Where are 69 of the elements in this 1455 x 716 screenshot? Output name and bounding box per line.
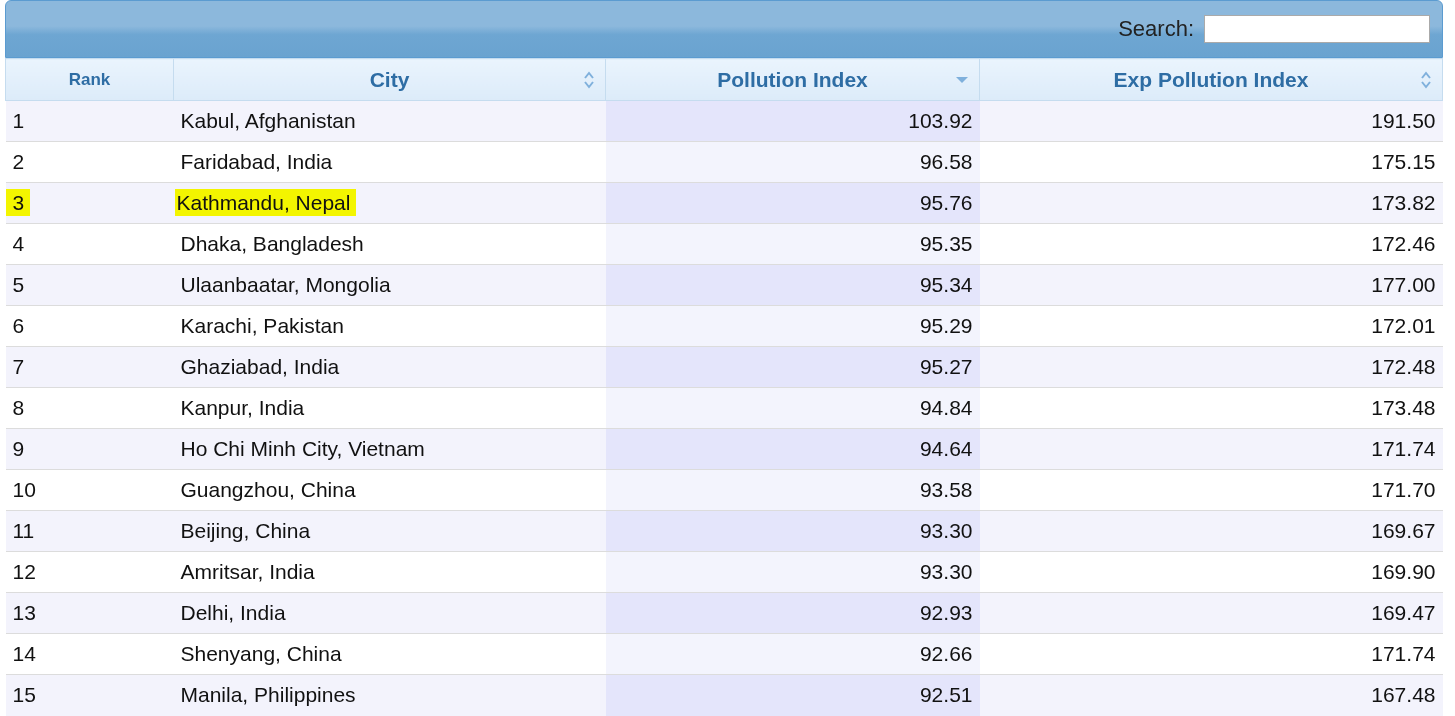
- table-cell: 13: [5, 592, 174, 634]
- table-cell: 103.92: [605, 100, 980, 142]
- table-cell: 9: [5, 428, 174, 470]
- table-cell: Ghaziabad, India: [173, 346, 606, 388]
- sort-icon[interactable]: [1420, 70, 1432, 89]
- table-cell: 172.01: [979, 305, 1443, 347]
- table-cell: 7: [5, 346, 174, 388]
- table-cell: 4: [5, 223, 174, 265]
- table-cell: 95.35: [605, 223, 980, 265]
- table-cell: 171.70: [979, 469, 1443, 511]
- column-header[interactable]: Exp Pollution Index: [979, 58, 1443, 101]
- table-cell: Delhi, India: [173, 592, 606, 634]
- table-cell: 172.48: [979, 346, 1443, 388]
- table-cell: 167.48: [979, 674, 1443, 716]
- column-header[interactable]: Rank: [5, 58, 174, 101]
- table-cell: 93.58: [605, 469, 980, 511]
- table-cell: 177.00: [979, 264, 1443, 306]
- table-cell: 95.34: [605, 264, 980, 306]
- search-field[interactable]: [1204, 15, 1430, 43]
- table-cell: 175.15: [979, 141, 1443, 183]
- table-cell: 172.46: [979, 223, 1443, 265]
- table-cell: 173.48: [979, 387, 1443, 429]
- table-cell: 14: [5, 633, 174, 675]
- table-cell: 3: [5, 182, 174, 224]
- table-cell: 10: [5, 469, 174, 511]
- table-cell: 92.93: [605, 592, 980, 634]
- table-cell: Dhaka, Bangladesh: [173, 223, 606, 265]
- table-cell: Faridabad, India: [173, 141, 606, 183]
- table-cell: 8: [5, 387, 174, 429]
- column-header[interactable]: City: [173, 58, 606, 101]
- table-cell: Kanpur, India: [173, 387, 606, 429]
- table-cell: 92.51: [605, 674, 980, 716]
- table-cell: Ho Chi Minh City, Vietnam: [173, 428, 606, 470]
- table-cell: Karachi, Pakistan: [173, 305, 606, 347]
- table-cell: 95.29: [605, 305, 980, 347]
- table-cell: Kabul, Afghanistan: [173, 100, 606, 142]
- table-cell: 92.66: [605, 633, 980, 675]
- table-cell: Kathmandu, Nepal: [173, 182, 606, 224]
- table-cell: Ulaanbaatar, Mongolia: [173, 264, 606, 306]
- table-cell: Manila, Philippines: [173, 674, 606, 716]
- sort-descending-icon[interactable]: [955, 75, 969, 84]
- table-cell: Shenyang, China: [173, 633, 606, 675]
- table-cell: 171.74: [979, 428, 1443, 470]
- table-cell: Guangzhou, China: [173, 469, 606, 511]
- table-cell: 11: [5, 510, 174, 552]
- table-cell: 2: [5, 141, 174, 183]
- table-cell: 169.90: [979, 551, 1443, 593]
- table-cell: 5: [5, 264, 174, 306]
- table-cell: 6: [5, 305, 174, 347]
- table-cell: 15: [5, 674, 174, 716]
- sort-icon[interactable]: [583, 70, 595, 89]
- table-cell: 171.74: [979, 633, 1443, 675]
- table-cell: 169.67: [979, 510, 1443, 552]
- table-cell: 173.82: [979, 182, 1443, 224]
- table-cell: 95.76: [605, 182, 980, 224]
- table-cell: 12: [5, 551, 174, 593]
- table-cell: Beijing, China: [173, 510, 606, 552]
- table-cell: 95.27: [605, 346, 980, 388]
- table-cell: 93.30: [605, 551, 980, 593]
- table-cell: 169.47: [979, 592, 1443, 634]
- table-cell: 93.30: [605, 510, 980, 552]
- table-cell: 1: [5, 100, 174, 142]
- table-cell: 96.58: [605, 141, 980, 183]
- column-header[interactable]: Pollution Index: [605, 58, 980, 101]
- search-label: Search:: [1118, 16, 1194, 42]
- table-cell: 94.84: [605, 387, 980, 429]
- table-cell: Amritsar, India: [173, 551, 606, 593]
- table-cell: 94.64: [605, 428, 980, 470]
- table-cell: 191.50: [979, 100, 1443, 142]
